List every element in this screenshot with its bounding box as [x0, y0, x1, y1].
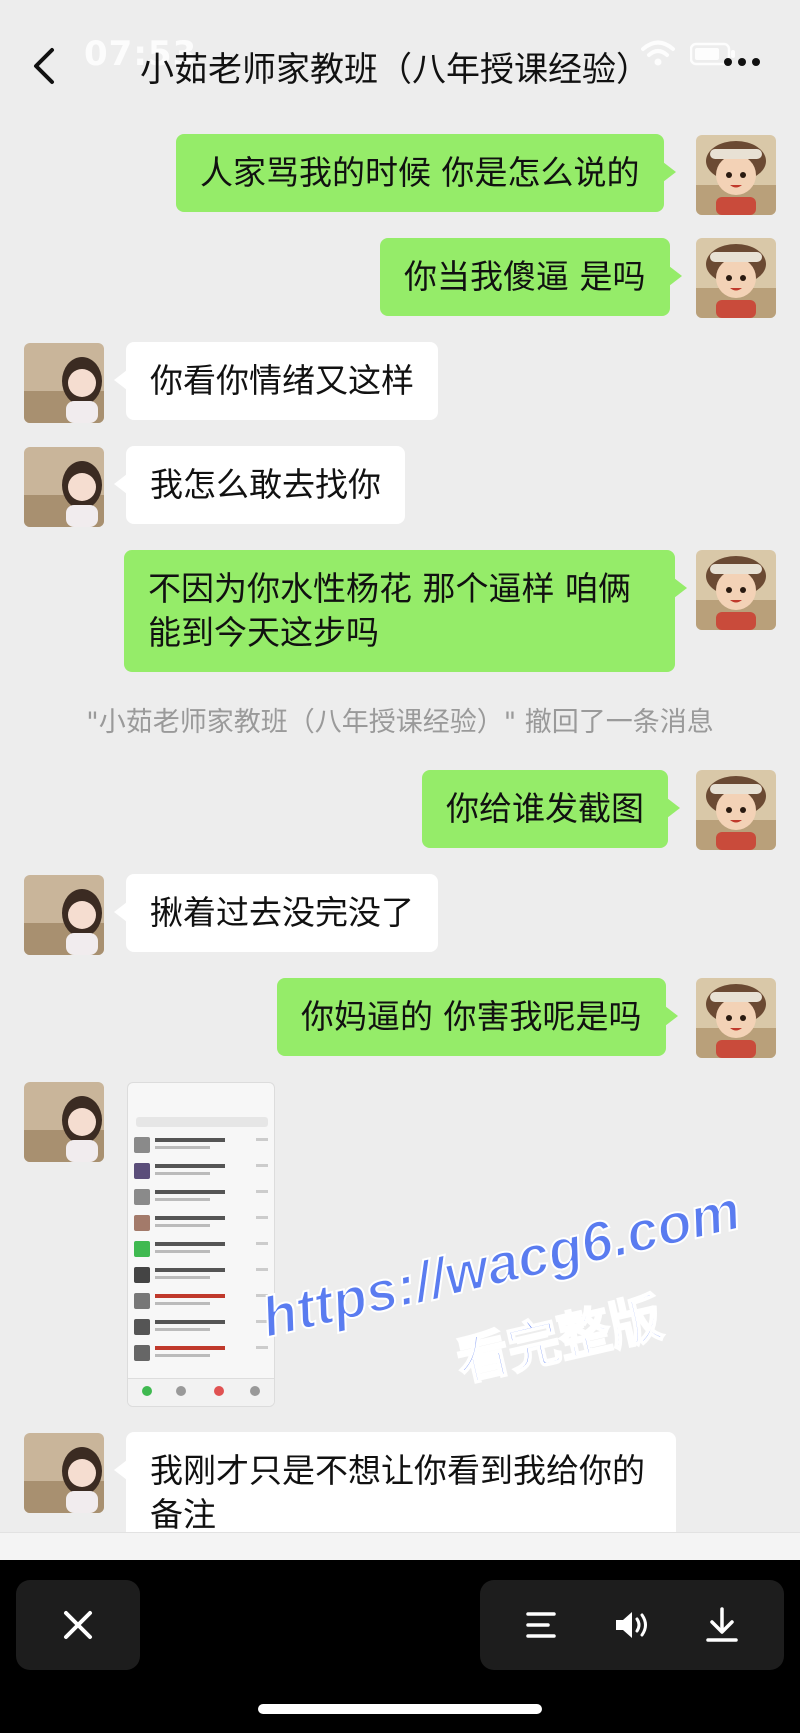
close-button[interactable] — [16, 1580, 140, 1670]
list-icon[interactable] — [522, 1605, 562, 1645]
message-bubble-incoming[interactable]: 你看你情绪又这样 — [114, 342, 438, 420]
wifi-icon — [640, 38, 676, 68]
input-bar — [0, 1532, 800, 1560]
media-controls — [480, 1580, 784, 1670]
thumb-chat-row — [134, 1187, 270, 1209]
thumb-search-bar — [136, 1117, 268, 1127]
message-line: 我刚才只是不想让你看到我给你的 — [150, 1451, 645, 1490]
watermark-url: https://wacg6.com — [255, 1177, 747, 1350]
close-icon — [64, 1611, 92, 1639]
avatar-contact[interactable] — [24, 1433, 104, 1513]
thumb-chat-row — [134, 1317, 270, 1339]
message-bubble-outgoing[interactable]: 你给谁发截图 — [422, 770, 680, 848]
message-bubble-outgoing[interactable]: 你当我傻逼 是吗 — [380, 238, 681, 316]
thumb-chat-row — [134, 1239, 270, 1261]
chat-screen: 07:53 小茹老师家教班（八年授课经验） 人家骂我的时候 你是怎么说的 你当我… — [0, 0, 800, 1733]
home-indicator[interactable] — [258, 1704, 542, 1714]
avatar-self[interactable] — [696, 135, 776, 215]
thumb-tab-bar — [128, 1378, 274, 1406]
avatar-contact[interactable] — [24, 447, 104, 527]
watermark: https://wacg6.com 看完整版 — [249, 1140, 800, 1481]
avatar-contact[interactable] — [24, 1082, 104, 1162]
avatar-contact[interactable] — [24, 343, 104, 423]
message-line: 备注 — [150, 1495, 216, 1534]
more-icon[interactable] — [718, 52, 770, 72]
message-line: 不因为你水性杨花 那个逼样 咱俩 — [148, 569, 631, 608]
thumb-chat-row — [134, 1343, 270, 1365]
message-bubble-incoming[interactable]: 我怎么敢去找你 — [114, 446, 405, 524]
message-bubble-outgoing[interactable]: 不因为你水性杨花 那个逼样 咱俩 能到今天这步吗 — [124, 550, 687, 672]
back-icon[interactable] — [26, 42, 66, 90]
chat-title: 小茹老师家教班（八年授课经验） — [140, 50, 650, 90]
avatar-self[interactable] — [696, 978, 776, 1058]
message-line: 能到今天这步吗 — [148, 613, 379, 652]
thumb-chat-row — [134, 1265, 270, 1287]
avatar-self[interactable] — [696, 550, 776, 630]
thumb-chat-row — [134, 1135, 270, 1157]
message-bubble-outgoing[interactable]: 人家骂我的时候 你是怎么说的 — [176, 134, 675, 212]
recall-notice: "小茹老师家教班（八年授课经验）" 撤回了一条消息 — [86, 707, 714, 738]
watermark-caption: 看完整版 — [450, 1287, 668, 1394]
chat-header: 07:53 小茹老师家教班（八年授课经验） — [0, 0, 800, 130]
screenshot-image-message[interactable] — [127, 1082, 275, 1407]
message-bubble-incoming[interactable]: 揪着过去没完没了 — [114, 874, 438, 952]
thumb-chat-row — [134, 1291, 270, 1313]
avatar-contact[interactable] — [24, 875, 104, 955]
thumb-chat-row — [134, 1161, 270, 1183]
avatar-self[interactable] — [696, 770, 776, 850]
volume-icon[interactable] — [612, 1605, 652, 1645]
avatar-self[interactable] — [696, 238, 776, 318]
thumb-chat-row — [134, 1213, 270, 1235]
message-bubble-outgoing[interactable]: 你妈逼的 你害我呢是吗 — [277, 978, 677, 1056]
download-icon[interactable] — [702, 1605, 742, 1645]
